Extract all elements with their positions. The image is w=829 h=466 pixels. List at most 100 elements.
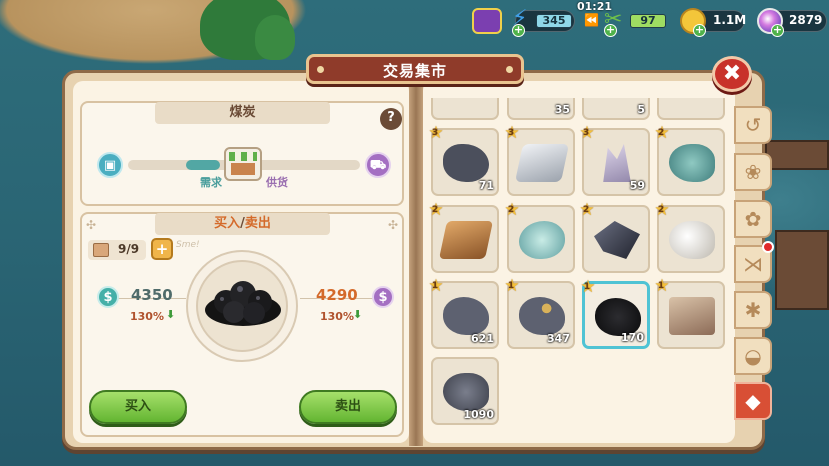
demand-label: 需求 [200,176,222,189]
energy-bar: 345 [536,14,572,28]
iron-ore-icon [443,297,489,335]
inventory-slot[interactable]: 5 [582,98,650,120]
add-coins-button[interactable]: + [693,24,706,37]
item-quantity: 59 [629,179,645,192]
wooden-dock [775,230,829,310]
inventory-slot[interactable]: ★ 1 170 [579,278,650,349]
inventory-slot[interactable] [431,98,499,120]
shell-icon: ◒ [744,344,762,368]
crystal-icon [603,144,631,182]
inventory-slot[interactable]: ★ 1 347 [504,277,575,349]
star-icon: ★ 1 [579,278,597,296]
bronze-ingot-icon [438,221,494,259]
cart-icon: ⛟ [365,152,391,178]
sell-percent: 130% [320,310,354,323]
jade-ore-icon [519,221,565,259]
coal-lump [223,301,245,323]
star-icon: ★ 2 [427,201,445,219]
corner-ornament: ✣ [86,218,97,232]
item-level: 1 [657,281,665,291]
bug-icon: ✱ [744,298,762,322]
dollar-icon: $ [97,286,119,308]
tab-buy[interactable]: 买入 [214,216,240,231]
item-level: 2 [582,205,590,215]
item-quantity: 347 [547,332,570,345]
item-quantity: 621 [471,332,494,345]
buy-percent: 130% [130,310,164,323]
item-level: 2 [431,205,439,215]
palm-tree [255,15,295,60]
coal-lump [243,302,265,324]
buy-button[interactable]: 买入 [89,390,187,424]
star-icon: ★ 3 [578,124,596,142]
plus-icon: + [155,240,169,258]
item-level: 2 [657,128,665,138]
fish-icon: ⋊ [743,252,763,276]
inventory-slot[interactable]: ★ 2 [654,201,725,273]
tab-ore-tab[interactable]: ◆ [734,382,772,420]
item-level: 3 [507,128,515,138]
rewind-icon: ⏪ [584,13,599,27]
tab-shell-pile[interactable]: ❀ [734,153,772,191]
notification-dot [762,241,774,253]
inventory-slot[interactable]: 1090 [431,357,499,425]
inventory-slot[interactable] [657,98,725,120]
wooden-dock [765,140,829,170]
pearl-ore-icon [669,221,715,259]
sell-button[interactable]: 卖出 [299,390,397,424]
inventory-slot[interactable]: ★ 2 [654,124,725,196]
page-title: 交易集市 [382,62,447,80]
tab-cube-pile[interactable]: ✿ [734,200,772,238]
demand-fill [186,160,220,170]
capacity-text: 9/9 [118,242,140,256]
arrow-down-icon: ⬇ [353,308,363,321]
trade-header: 买入/卖出 [155,213,330,235]
item-quantity: 71 [478,179,494,192]
tab-history[interactable]: ↺ [734,106,772,144]
tab-bug[interactable]: ✱ [734,291,772,329]
item-level: 3 [431,128,439,138]
corner-ornament: ✣ [388,218,399,232]
book-spine [409,78,423,446]
inventory-slot[interactable]: ★ 2 [504,201,575,273]
scroll-icon [93,243,109,257]
add-food-button[interactable]: + [604,24,617,37]
add-capacity-button[interactable]: + [151,238,173,260]
silver-ingot-icon [514,144,570,182]
shell-pile-icon: ❀ [744,160,762,184]
coal-icon [205,281,281,326]
close-button[interactable]: ✖ [712,56,752,92]
item-level: 2 [507,205,515,215]
inventory-slot[interactable]: ★ 3 59 [579,124,650,196]
star-icon: ★ 2 [578,201,596,219]
sketch-text: Sme! [176,240,200,250]
inventory-slot[interactable]: ★ 3 [504,124,575,196]
obsidian-icon [594,221,640,259]
gold-ore-icon [519,297,565,335]
inventory-slot[interactable]: ★ 2 [579,201,650,273]
cube-pile-icon: ✿ [744,207,762,231]
dollar-icon: $ [372,286,394,308]
buy-price: 4350 [131,286,173,304]
star-icon: ★ 2 [503,201,521,219]
inventory-slot[interactable]: ★ 1 [654,277,725,349]
teal-ore-icon [669,144,715,182]
tab-sell[interactable]: 卖出 [245,216,271,231]
add-energy-button[interactable]: + [512,24,525,37]
tab-shell[interactable]: ◒ [734,337,772,375]
coal-shine [220,297,224,301]
inventory-slot[interactable]: ★ 2 [428,201,499,273]
inventory-slot[interactable]: ★ 3 71 [428,124,499,196]
gravel-icon [443,373,489,411]
star-icon: ★ 1 [503,277,521,295]
add-gems-button[interactable]: + [771,24,784,37]
inventory-slot[interactable]: 35 [507,98,575,120]
item-name: 煤炭 [155,102,330,124]
supply-label: 供货 [266,176,288,189]
inventory-slot[interactable]: ★ 1 621 [428,277,499,349]
mail-icon[interactable] [472,8,502,34]
item-quantity: 5 [637,103,645,116]
help-button[interactable]: ? [380,108,402,130]
item-level: 2 [657,205,665,215]
coal-shine [237,286,243,292]
